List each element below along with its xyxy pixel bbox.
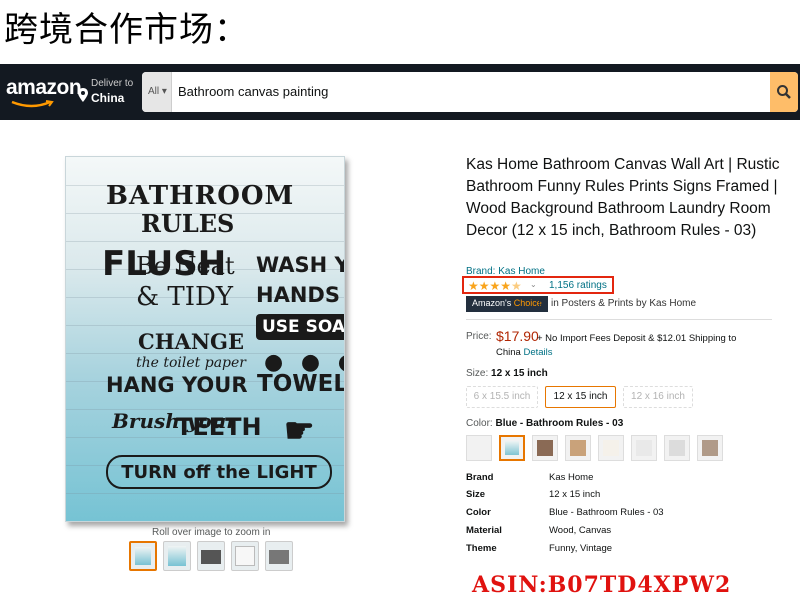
sign-text: FLUSH (102, 244, 227, 284)
product-title: Kas Home Bathroom Canvas Wall Art | Rust… (466, 156, 780, 239)
deliver-label: Deliver to (91, 78, 134, 89)
page-caption: 跨境合作市场： (4, 10, 249, 50)
thumbnail-4[interactable] (231, 541, 259, 571)
choice-category[interactable]: in Posters & Prints by Kas Home (551, 298, 696, 309)
sign-text: Be Neat (136, 252, 235, 280)
thumbnail-3[interactable] (197, 541, 225, 571)
spec-value: Blue - Bathroom Rules - 03 (549, 507, 664, 518)
sign-text: & TIDY (136, 282, 234, 312)
asin-label: ASIN:B07TD4XPW2 (472, 572, 732, 598)
spec-row: Color Blue - Bathroom Rules - 03 (466, 507, 766, 525)
color-swatch[interactable] (532, 435, 558, 461)
spec-key: Material (466, 525, 502, 536)
color-swatch[interactable] (598, 435, 624, 461)
ratings-count-link[interactable]: 1,156 ratings (549, 280, 607, 291)
divider (466, 319, 772, 320)
thumbnail-5[interactable] (265, 541, 293, 571)
deliver-country: China (91, 91, 125, 105)
amazon-logo[interactable]: amazon (6, 76, 82, 100)
sign-text: CHANGE (138, 329, 244, 354)
sign-text: BATHROOM (106, 181, 295, 211)
department-select[interactable]: All ▾ (142, 72, 172, 112)
size-label: Size: (466, 368, 489, 379)
sign-text: TOWEL (257, 371, 345, 397)
size-selected: 12 x 15 inch (491, 368, 548, 379)
sign-text: USE SOAP (256, 314, 344, 340)
search-input[interactable]: Bathroom canvas painting (178, 84, 328, 99)
sign-text: RULES (141, 209, 235, 238)
color-swatch[interactable] (664, 435, 690, 461)
color-selector-label: Color: Blue - Bathroom Rules - 03 (466, 418, 623, 429)
price-value: $17.90 (496, 328, 539, 344)
rating-highlight: ★★★★★ ⌄ 1,156 ratings (462, 276, 614, 294)
spec-row: Size 12 x 15 inch (466, 489, 766, 507)
sign-text: TURN off the LIGHT (106, 455, 332, 489)
shipping-country: China (496, 347, 521, 358)
sign-text: TEETH (176, 413, 262, 441)
zoom-hint: Roll over image to zoom in (152, 527, 271, 538)
search-button[interactable] (770, 72, 798, 112)
department-label: All (148, 86, 160, 97)
spec-value: Kas Home (549, 472, 594, 483)
search-bar: All ▾ Bathroom canvas painting (142, 72, 798, 112)
color-swatch[interactable] (631, 435, 657, 461)
full-stars: ★★★★ (468, 279, 512, 293)
search-icon (777, 85, 791, 99)
sign-text: HANDS (256, 283, 340, 307)
amazon-smile-icon (11, 100, 54, 108)
spec-key: Brand (466, 472, 494, 483)
size-option[interactable]: 6 x 15.5 inch (466, 386, 538, 408)
shipping-details-link[interactable]: Details (523, 347, 552, 358)
color-selected: Blue - Bathroom Rules - 03 (495, 418, 624, 429)
spec-row: Theme Funny, Vintage (466, 543, 766, 561)
color-swatch[interactable] (466, 435, 492, 461)
sign-text: WASH YOUR (256, 253, 344, 277)
spec-value: 12 x 15 inch (549, 489, 601, 500)
thumbnail-1[interactable] (129, 541, 157, 571)
badge-notch (539, 296, 545, 312)
amazon-navbar: amazon Deliver to China All ▾ Bathroom c… (0, 64, 800, 120)
color-swatch[interactable] (697, 435, 723, 461)
size-selector-label: Size: 12 x 15 inch (466, 368, 548, 379)
price-label: Price: (466, 331, 492, 342)
sign-text: HANG YOUR (106, 373, 248, 397)
pointing-hand-icon: ☛ (284, 411, 315, 451)
shipping-destination: China Details (496, 347, 553, 358)
choice-label-2: Choice (513, 298, 542, 308)
spec-row: Brand Kas Home (466, 472, 766, 490)
thumbnail-2[interactable] (163, 541, 191, 571)
color-label: Color: (466, 418, 493, 429)
half-star: ★ (511, 279, 522, 293)
size-option-selected[interactable]: 12 x 15 inch (545, 386, 616, 408)
sign-text: the toilet paper (136, 355, 246, 371)
spec-value: Funny, Vintage (549, 543, 613, 554)
spec-key: Theme (466, 543, 497, 554)
spec-key: Color (466, 507, 491, 518)
color-swatch[interactable] (565, 435, 591, 461)
size-option[interactable]: 12 x 16 inch (623, 386, 693, 408)
chevron-down-icon[interactable]: ⌄ (530, 280, 537, 289)
location-pin-icon (78, 88, 88, 102)
product-main-image[interactable]: BATHROOM RULES FLUSH Be Neat WASH YOUR &… (65, 156, 345, 522)
spec-value: Wood, Canvas (549, 525, 612, 536)
choice-label-1: Amazon's (472, 298, 512, 308)
spec-row: Material Wood, Canvas (466, 525, 766, 543)
color-swatch-selected[interactable] (499, 435, 525, 461)
shipping-info: + No Import Fees Deposit & $12.01 Shippi… (537, 333, 737, 344)
spec-key: Size (466, 489, 486, 500)
amazons-choice-badge: Amazon's Choice (466, 296, 548, 312)
star-rating-icon[interactable]: ★★★★★ (468, 279, 522, 293)
